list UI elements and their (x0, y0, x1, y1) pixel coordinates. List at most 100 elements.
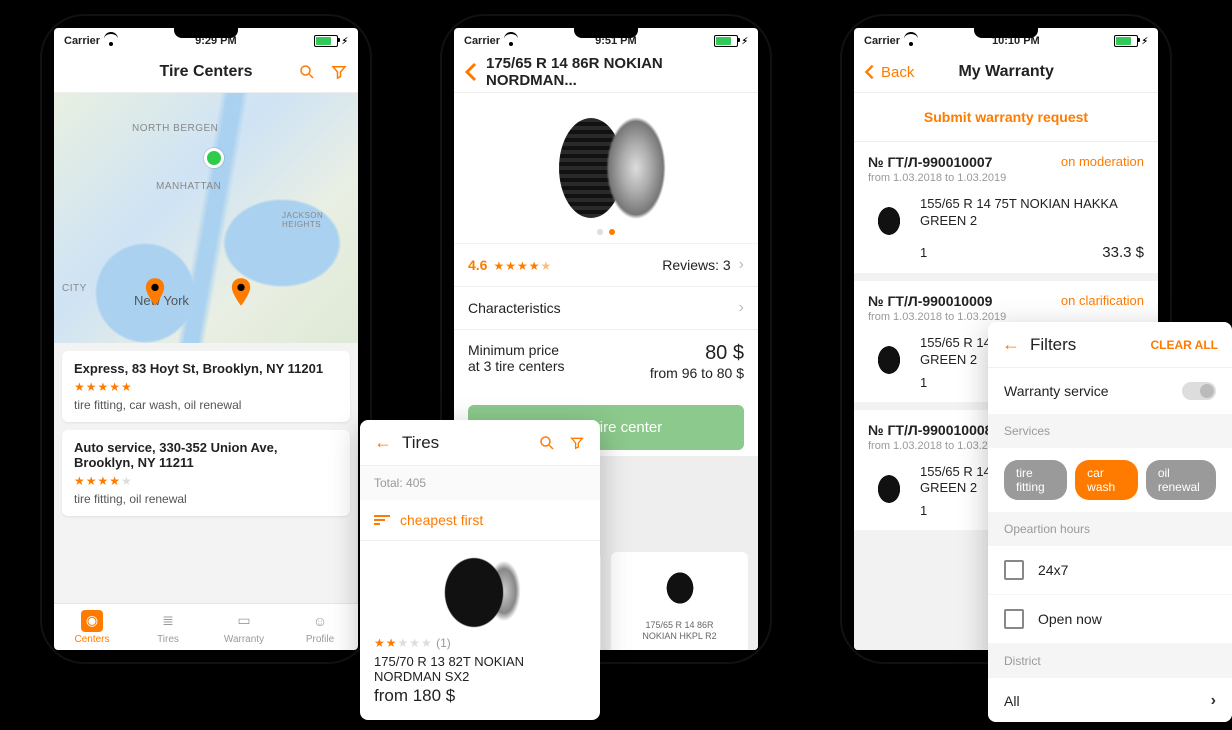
chevron-right-icon: › (739, 256, 744, 274)
characteristics-row[interactable]: Characteristics › (454, 287, 758, 330)
center-card[interactable]: Auto service, 330-352 Union Ave, Brookly… (62, 430, 350, 516)
price-row: Minimum priceat 3 tire centers 80 $from … (454, 330, 758, 393)
carousel-dots[interactable] (597, 229, 615, 235)
hours-24x7-row[interactable]: 24x7 (988, 546, 1232, 595)
tab-profile[interactable]: ☺Profile (282, 604, 358, 650)
carrier-label: Carrier (464, 35, 500, 47)
toggle-switch[interactable] (1182, 382, 1216, 400)
rating-stars: ★★★★★ (74, 380, 338, 394)
back-icon[interactable]: ← (374, 432, 392, 453)
battery-icon (1114, 35, 1138, 47)
warranty-dates: from 1.03.2018 to 1.03.2019 (868, 172, 1144, 184)
chip-oil-renewal[interactable]: oil renewal (1146, 460, 1216, 500)
hours-open-now-row[interactable]: Open now (988, 595, 1232, 644)
related-item[interactable]: 175/65 R 14 86RNOKIAN HKPL R2 (611, 552, 748, 650)
page-title: My Warranty (914, 63, 1098, 81)
checkbox[interactable] (1004, 560, 1024, 580)
warranty-card[interactable]: № ГТ/Л-990010007on moderation from 1.03.… (854, 142, 1158, 281)
product-image[interactable] (454, 93, 758, 244)
notch (974, 28, 1038, 38)
row-label: Open now (1038, 611, 1102, 627)
map-label: City (62, 283, 87, 294)
wifi-icon (904, 36, 918, 46)
row-label: 24x7 (1038, 562, 1068, 578)
filter-icon[interactable] (568, 434, 586, 452)
row-label: Characteristics (468, 300, 561, 316)
phone-centers: Carrier 9:29 PM ⚡︎ Tire Centers North Be… (40, 14, 372, 664)
thumb-label: 175/65 R 14 86R (645, 620, 713, 630)
tire-icon (868, 196, 910, 246)
center-services: tire fitting, car wash, oil renewal (74, 398, 338, 412)
tab-tires[interactable]: ≣Tires (130, 604, 206, 650)
map-label: North Bergen (132, 123, 218, 134)
notch (574, 28, 638, 38)
product-name: 175/70 R 13 82T NOKIAN NORDMAN SX2 (360, 650, 600, 684)
tires-panel: ← Tires Total: 405 cheapest first ★★★★★ … (360, 420, 600, 720)
min-price-sub: at 3 tire centers (468, 358, 565, 374)
sort-icon (374, 514, 390, 526)
back-button[interactable] (464, 62, 478, 82)
product-image[interactable] (420, 555, 540, 630)
checkbox[interactable] (1004, 609, 1024, 629)
warranty-number: № ГТ/Л-990010008 (868, 422, 992, 438)
clear-all-button[interactable]: CLEAR ALL (1150, 338, 1218, 352)
rating-count: (1) (436, 636, 451, 650)
section-header: Services (988, 414, 1232, 448)
rating-row[interactable]: 4.6 ★★★★★ Reviews: 3 › (454, 244, 758, 287)
page-title: 175/65 R 14 86R NOKIAN NORDMAN... (486, 55, 748, 89)
map-pin[interactable] (230, 278, 252, 306)
section-header: Opeartion hours (988, 512, 1232, 546)
tab-centers[interactable]: ◉Centers (54, 604, 130, 650)
map-label: JACKSON HEIGHTS (282, 211, 358, 229)
wifi-icon (104, 36, 118, 46)
wifi-icon (504, 36, 518, 46)
warranty-status: on moderation (1061, 154, 1144, 170)
tab-warranty[interactable]: ▭Warranty (206, 604, 282, 650)
charge-icon: ⚡︎ (1142, 36, 1148, 47)
product-price: from 180 $ (360, 684, 600, 720)
thumb-label: NOKIAN HKPL R2 (642, 631, 716, 641)
back-icon[interactable]: ← (1002, 334, 1020, 355)
sort-row[interactable]: cheapest first (360, 500, 600, 541)
tab-label: Centers (74, 634, 109, 645)
charge-icon: ⚡︎ (742, 36, 748, 47)
tire-icon (868, 464, 910, 514)
rating-stars: ★★★★★ (493, 259, 552, 273)
chevron-right-icon: › (1211, 692, 1216, 710)
center-services: tire fitting, oil renewal (74, 492, 338, 506)
filter-icon[interactable] (330, 63, 348, 81)
rating-stars: ★★★★★ (74, 474, 338, 488)
carrier-label: Carrier (864, 35, 900, 47)
filters-panel: ← Filters CLEAR ALL Warranty service Ser… (988, 322, 1232, 722)
sort-label: cheapest first (400, 512, 483, 528)
warranty-number: № ГТ/Л-990010009 (868, 293, 992, 309)
rating-row: ★★★★★ (1) (360, 636, 600, 650)
battery-icon (714, 35, 738, 47)
section-header: District (988, 644, 1232, 678)
map-pin[interactable] (144, 278, 166, 306)
tab-label: Tires (157, 634, 179, 645)
rating-value: 4.6 (468, 257, 487, 273)
map-label: MANHATTAN (156, 181, 221, 192)
search-icon[interactable] (298, 63, 316, 81)
back-button[interactable]: Back (864, 63, 914, 81)
search-icon[interactable] (538, 434, 556, 452)
center-card[interactable]: Express, 83 Hoyt St, Brooklyn, NY 11201 … (62, 351, 350, 422)
user-location-pin (204, 148, 224, 168)
submit-warranty-button[interactable]: Submit warranty request (854, 93, 1158, 142)
battery-icon (314, 35, 338, 47)
row-label: Warranty service (1004, 383, 1109, 399)
map[interactable]: North Bergen MANHATTAN JACKSON HEIGHTS C… (54, 93, 358, 343)
warranty-toggle-row[interactable]: Warranty service (988, 368, 1232, 414)
panel-title: Tires (402, 433, 538, 453)
chip-tire-fitting[interactable]: tire fitting (1004, 460, 1067, 500)
product-name: 155/65 R 14 75T NOKIAN HAKKA GREEN 2 (920, 196, 1144, 230)
min-price-label: Minimum price (468, 342, 565, 358)
charge-icon: ⚡︎ (342, 36, 348, 47)
price-value: 80 $ (650, 342, 744, 365)
district-row[interactable]: All › (988, 678, 1232, 722)
reviews-count: Reviews: 3 (662, 257, 730, 273)
chip-car-wash[interactable]: car wash (1075, 460, 1138, 500)
tab-label: Warranty (224, 634, 264, 645)
price: 33.3 $ (1102, 244, 1144, 261)
